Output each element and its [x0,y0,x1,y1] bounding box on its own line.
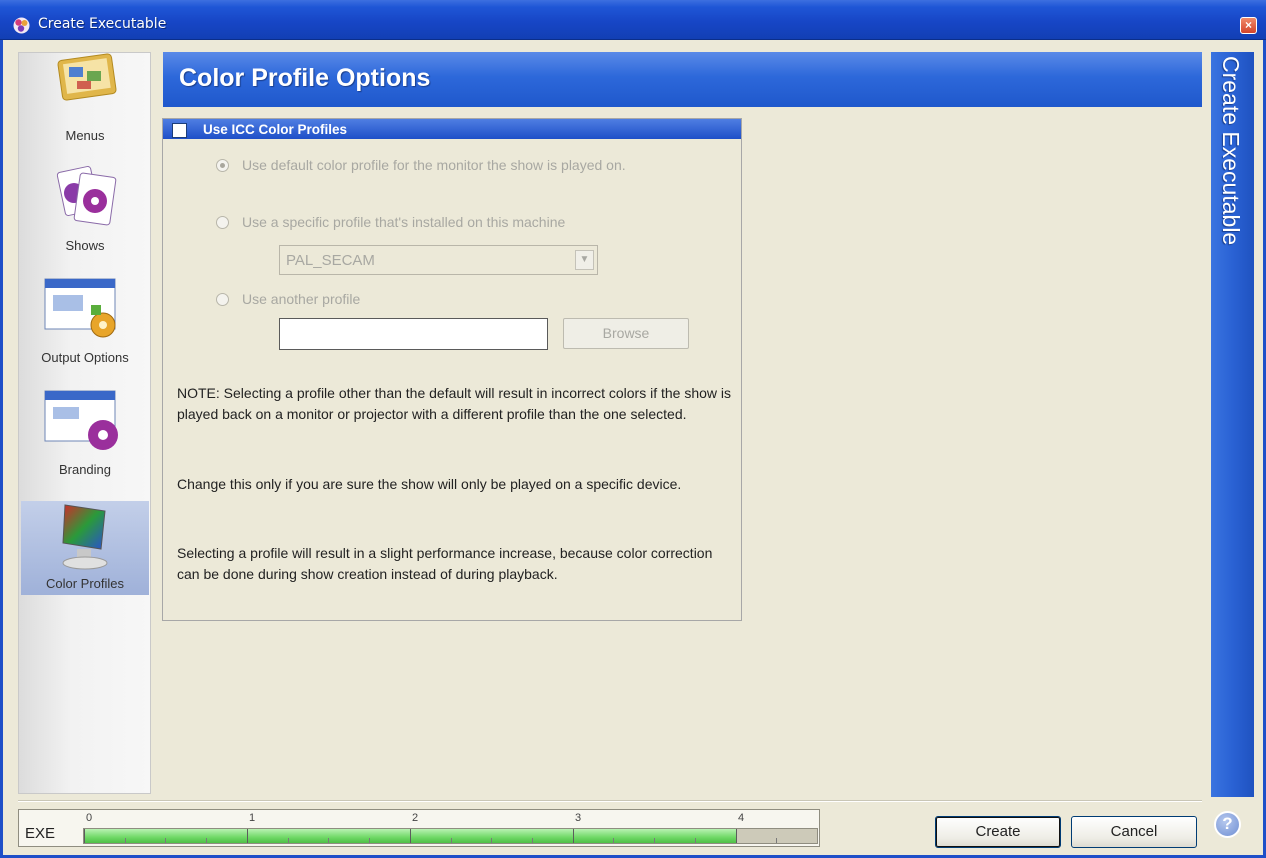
gauge-minor-tick [125,838,126,843]
gauge-minor-tick [369,838,370,843]
bottom-divider [18,800,1202,802]
icc-group: Use ICC Color Profiles Use default color… [162,118,742,621]
profile-select[interactable]: PAL_SECAM ▼ [279,245,598,275]
side-banner-title: Create Executable [1218,56,1244,246]
browse-button[interactable]: Browse [563,318,689,349]
other-profile-path-input[interactable] [279,318,548,350]
gauge-minor-tick [654,838,655,843]
sidebar-item-color-profiles[interactable]: Color Profiles [21,501,149,595]
chevron-down-icon[interactable]: ▼ [575,250,594,270]
sidebar-item-label: Branding [58,462,112,477]
help-icon[interactable]: ? [1214,811,1241,838]
gauge-minor-tick [206,838,207,843]
note-paragraph: Selecting a profile will result in a sli… [177,545,713,582]
page-title: Color Profile Options [179,64,431,92]
menus-icon [57,53,117,101]
gauge-major-tick [736,829,737,843]
close-icon[interactable]: × [1240,17,1257,34]
note-paragraph: NOTE: Selecting a profile other than the… [177,385,732,422]
gauge-tick-label: 1 [249,812,256,824]
gauge-minor-tick [451,838,452,843]
gauge-major-tick [410,829,411,843]
sidebar-item-label: Menus [65,128,105,143]
create-button[interactable]: Create [935,816,1061,848]
sidebar-item-shows[interactable]: Shows [21,163,149,257]
gauge-major-tick [247,829,248,843]
cancel-button[interactable]: Cancel [1071,816,1197,848]
sidebar-item-output-options[interactable]: Output Options [21,275,149,369]
title-bar: Create Executable × [0,0,1266,40]
note-paragraph: Change this only if you are sure the sho… [177,476,682,492]
sidebar-item-label: Shows [65,238,105,253]
color-profiles-icon [62,504,108,570]
sidebar: Menus Shows Output Options Branding Colo… [18,52,151,794]
shows-icon [56,166,117,226]
radio-button[interactable] [216,216,229,229]
gauge-minor-tick [695,838,696,843]
page-header: Color Profile Options [163,52,1202,107]
sidebar-item-branding[interactable]: Branding [21,387,149,481]
sidebar-item-label: Output Options [41,350,129,365]
gauge-major-tick [84,829,85,843]
use-icc-label[interactable]: Use ICC Color Profiles [203,122,347,137]
icc-group-header: Use ICC Color Profiles [163,119,741,139]
gauge-major-tick [573,829,574,843]
gauge-minor-tick [165,838,166,843]
gauge-label: EXE [25,825,56,842]
gauge-minor-tick [532,838,533,843]
app-icon [13,17,30,34]
sidebar-item-label: Color Profiles [45,576,125,591]
gauge-tick-label: 0 [86,812,93,824]
gauge-minor-tick [491,838,492,843]
gauge-minor-tick [776,838,777,843]
radio-label: Use a specific profile that's installed … [242,214,566,230]
profile-select-value: PAL_SECAM [286,252,375,269]
window-title: Create Executable [38,16,167,32]
gauge-minor-tick [288,838,289,843]
sidebar-item-menus[interactable]: Menus [21,53,149,147]
radio-label: Use default color profile for the monito… [242,157,626,173]
radio-label: Use another profile [242,291,361,307]
radio-button[interactable] [216,293,229,306]
side-banner: Create Executable [1211,52,1254,797]
radio-button[interactable] [216,159,229,172]
gauge-tick-label: 3 [575,812,582,824]
size-gauge: EXE 0 1 2 3 4 [18,809,820,847]
gauge-tick-label: 4 [738,812,745,824]
gauge-track: 0 1 2 3 4 [83,812,818,844]
use-icc-checkbox[interactable] [172,123,187,138]
branding-icon [44,390,118,450]
output-options-icon [44,278,116,338]
gauge-minor-tick [328,838,329,843]
gauge-minor-tick [613,838,614,843]
gauge-tick-label: 2 [412,812,419,824]
